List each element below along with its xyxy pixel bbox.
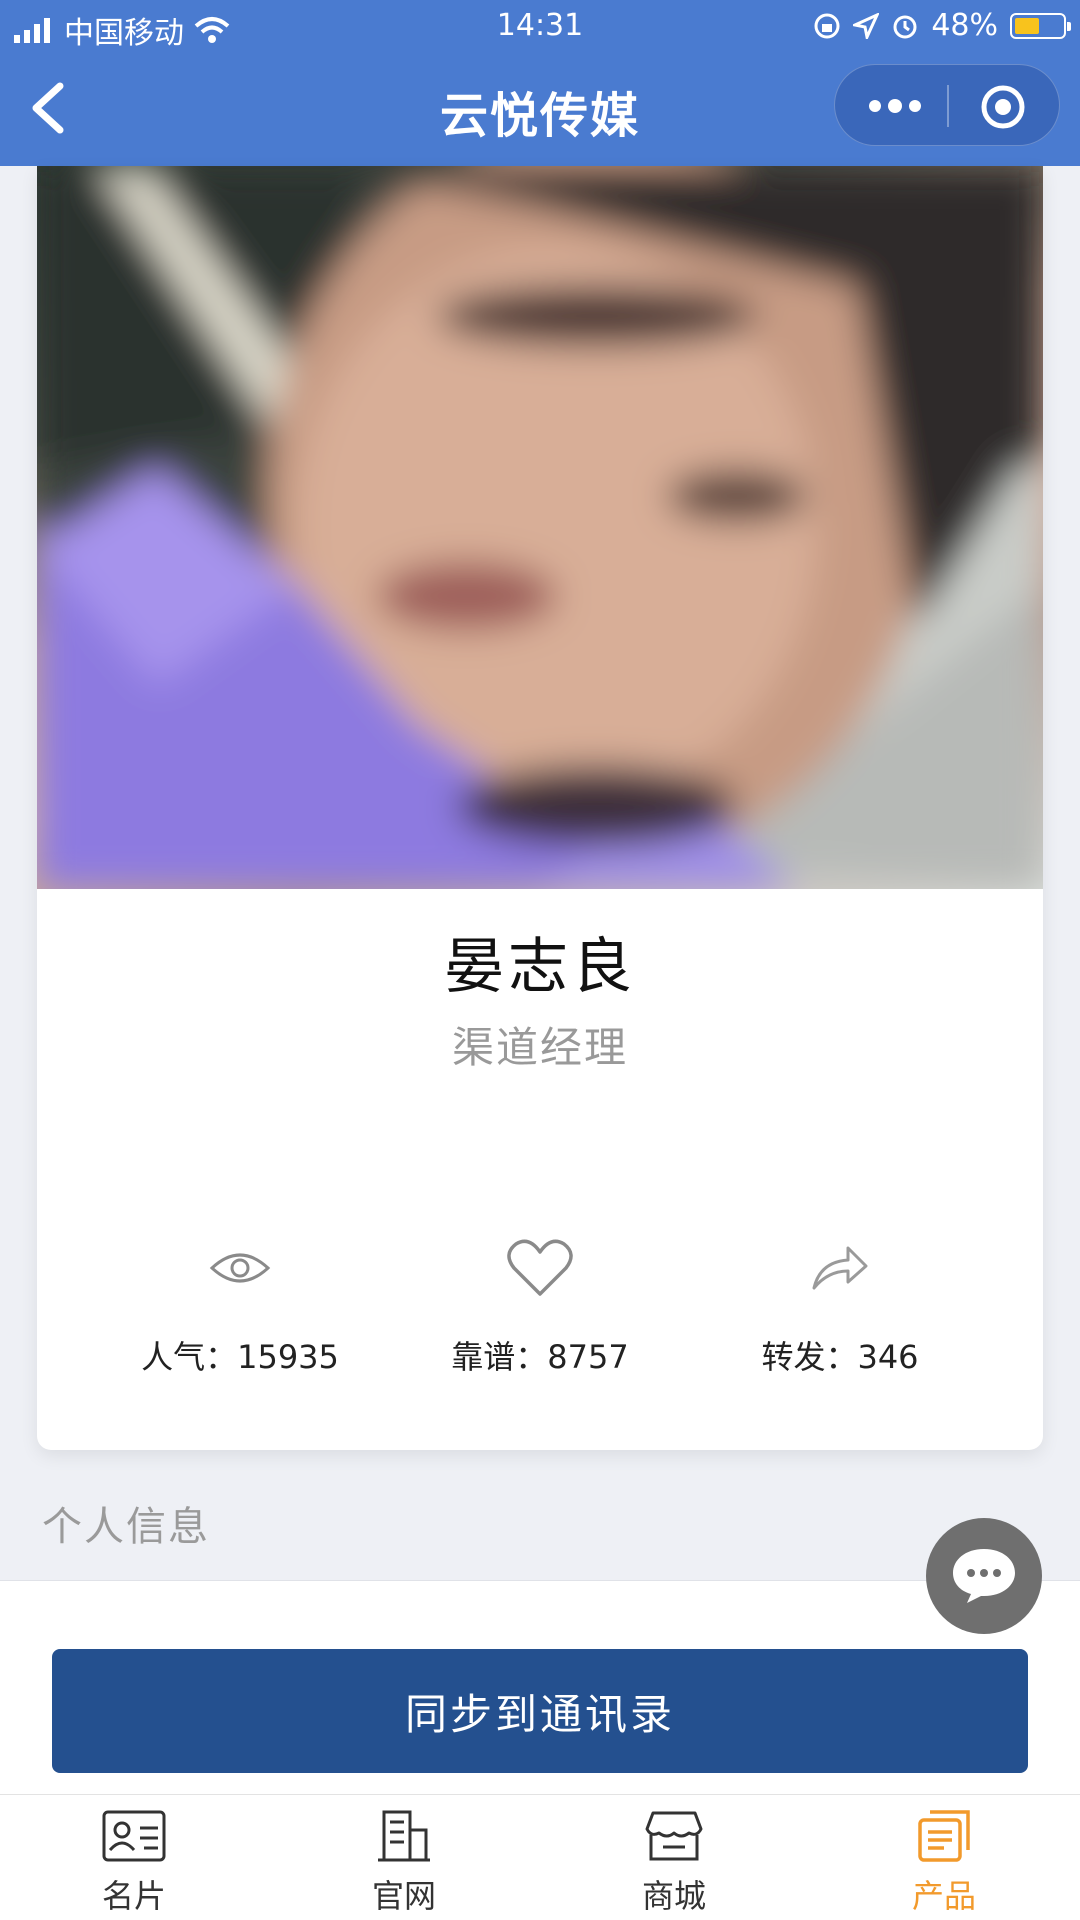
close-miniprogram-icon[interactable]	[979, 83, 1027, 131]
nav-bar: 云悦传媒	[0, 54, 1080, 166]
battery-icon	[1010, 12, 1071, 39]
top-bar: 中国移动 14:31 48% 云悦传媒	[0, 0, 1080, 166]
tab-label: 名片	[101, 1877, 166, 1915]
stat-reliable[interactable]: 靠谱：8757	[390, 1228, 690, 1378]
tab-bar: 名片 官网 商城 产品	[0, 1794, 1080, 1920]
person-name: 晏志良	[444, 932, 636, 1002]
capsule-divider	[947, 85, 949, 127]
status-bar: 中国移动 14:31 48%	[0, 0, 1080, 54]
stat-label: 人气：15935	[141, 1338, 339, 1376]
share-icon[interactable]	[810, 1244, 870, 1292]
alarm-icon	[893, 15, 917, 38]
eye-icon	[209, 1253, 271, 1283]
tab-card[interactable]: 名片	[44, 1807, 224, 1917]
stat-label: 靠谱：8757	[451, 1338, 629, 1376]
more-icon[interactable]	[865, 89, 925, 123]
tab-products[interactable]: 产品	[854, 1807, 1034, 1917]
chat-icon	[953, 1549, 1015, 1603]
tab-store[interactable]: 商城	[584, 1807, 764, 1917]
tab-label: 商城	[641, 1877, 706, 1915]
status-right: 48%	[813, 8, 1071, 43]
battery-percent: 48%	[931, 8, 998, 43]
photo-illustration	[37, 166, 1043, 889]
rotation-lock-icon	[814, 13, 840, 38]
tab-label: 产品	[911, 1877, 976, 1915]
person-title: 渠道经理	[451, 1023, 628, 1072]
stat-label: 转发：346	[761, 1338, 919, 1376]
stat-shares[interactable]: 转发：346	[690, 1228, 990, 1378]
stat-popularity: 人气：15935	[90, 1228, 390, 1378]
tab-website[interactable]: 官网	[314, 1807, 494, 1917]
store-icon	[645, 1811, 703, 1861]
profile-photo	[37, 166, 1043, 889]
product-icon	[918, 1810, 970, 1862]
building-icon	[378, 1810, 430, 1862]
sync-contacts-button[interactable]: 同步到通讯录	[52, 1649, 1028, 1773]
chat-button[interactable]	[926, 1518, 1042, 1634]
location-icon	[853, 12, 880, 39]
miniprogram-capsule	[834, 64, 1060, 146]
tab-label: 官网	[371, 1877, 436, 1915]
heart-icon[interactable]	[507, 1238, 573, 1298]
personal-info-heading: 个人信息	[42, 1504, 210, 1550]
card-icon	[102, 1810, 166, 1862]
stats-row: 人气：15935 靠谱：8757 转发：346	[37, 1228, 1043, 1378]
